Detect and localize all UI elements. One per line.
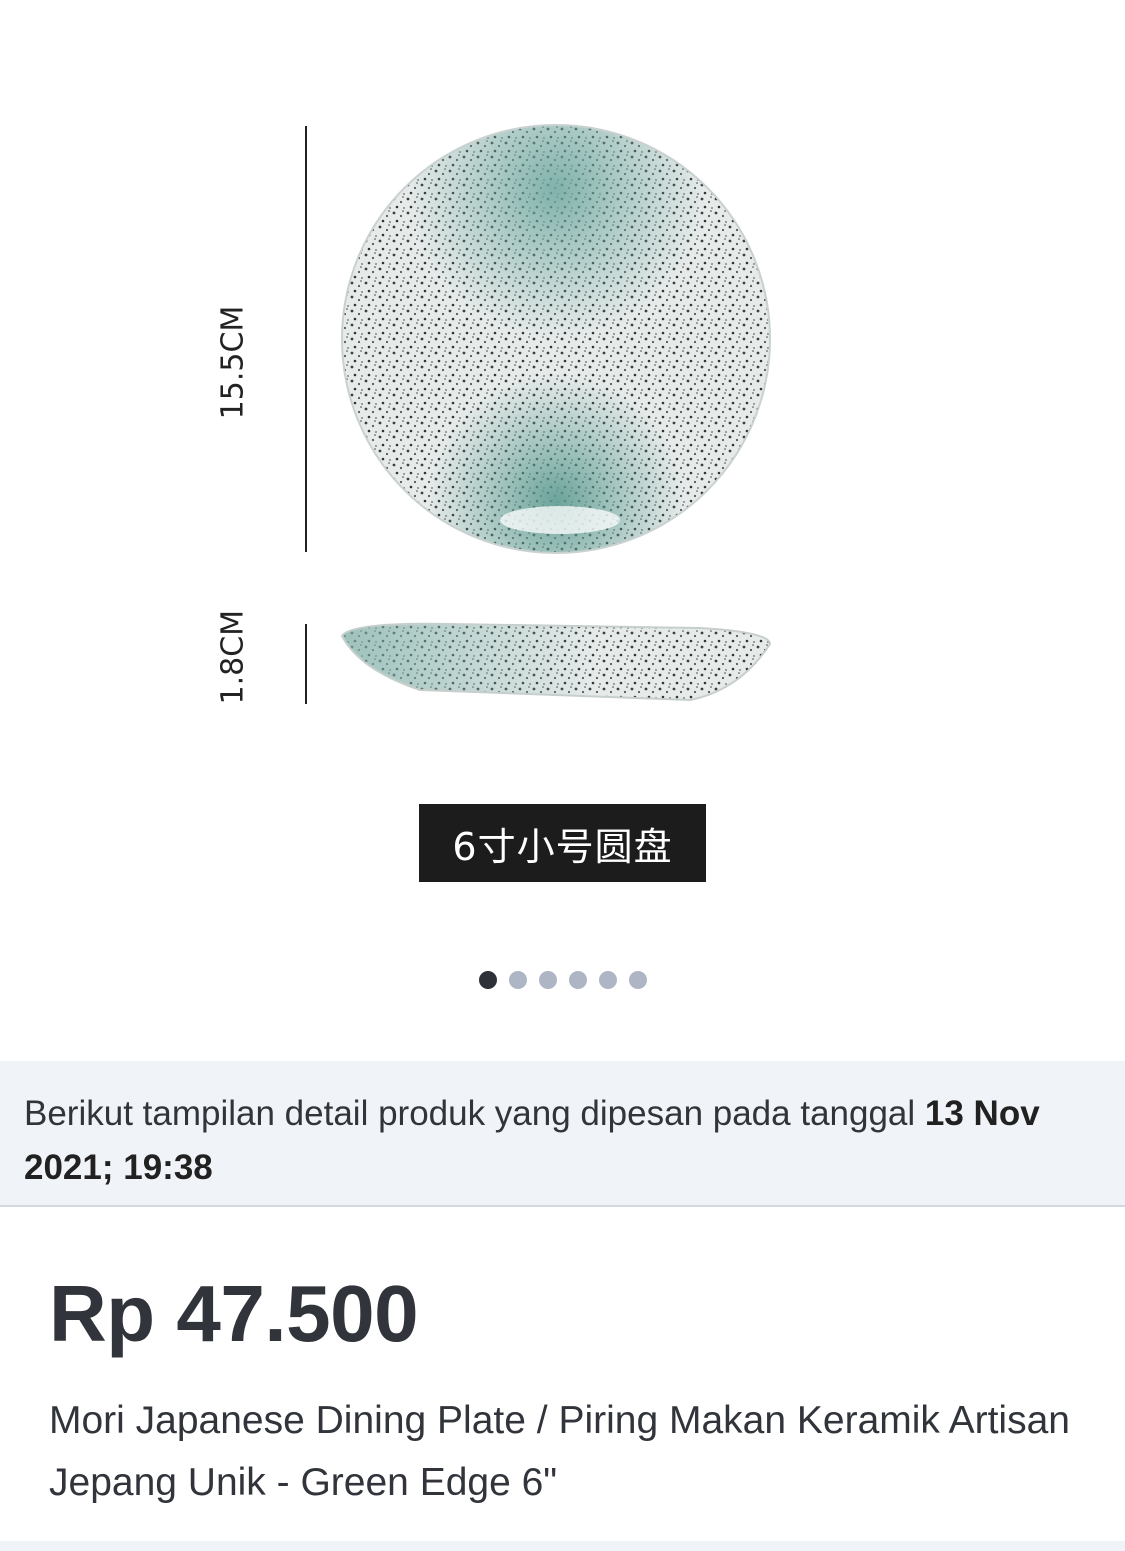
pagination-dot[interactable] [538,971,557,989]
plate-top-view [341,124,771,554]
plate-side-view [340,622,772,702]
product-image-gallery[interactable]: 15.5CM 1.8CM 6寸小号圆盘 [0,0,1125,1060]
pagination-dot[interactable] [628,971,647,989]
pagination-dot[interactable] [598,971,617,989]
product-price: Rp 47.500 [49,1269,419,1358]
section-divider [0,1541,1125,1551]
pagination-dot[interactable] [478,971,497,989]
image-caption: 6寸小号圆盘 [419,804,706,882]
height-label: 15.5CM [215,305,251,420]
order-info-text: Berikut tampilan detail produk yang dipe… [24,1094,925,1133]
order-info-banner: Berikut tampilan detail produk yang dipe… [0,1061,1125,1207]
pagination-dot[interactable] [508,971,527,989]
depth-label: 1.8CM [215,609,251,705]
pagination-dot[interactable] [568,971,587,989]
product-name: Mori Japanese Dining Plate / Piring Maka… [49,1399,1070,1504]
gallery-pagination [0,971,1125,989]
